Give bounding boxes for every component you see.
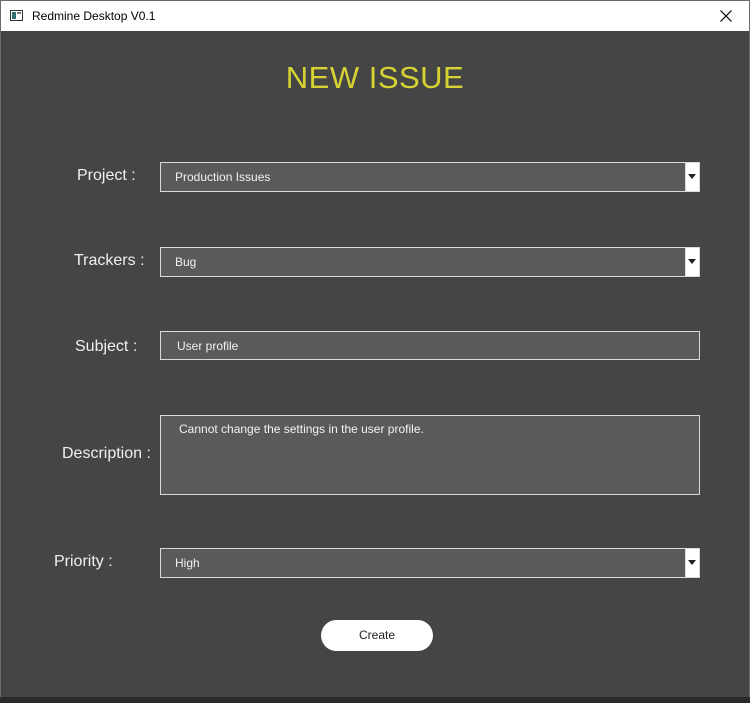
priority-dropdown-toggle[interactable]	[685, 549, 699, 577]
app-window: Redmine Desktop V0.1 NEW ISSUE Project :…	[0, 0, 750, 703]
close-button[interactable]	[703, 1, 749, 31]
triangle-down-icon	[688, 259, 696, 264]
description-value: Cannot change the settings in the user p…	[179, 422, 424, 436]
trackers-select[interactable]: Bug	[160, 247, 700, 277]
triangle-down-icon	[688, 560, 696, 565]
project-label: Project :	[77, 167, 136, 184]
page-title: NEW ISSUE	[285, 60, 465, 95]
new-issue-form: NEW ISSUE Project : Production Issues Tr…	[1, 32, 749, 697]
priority-label: Priority :	[54, 553, 113, 570]
triangle-down-icon	[688, 174, 696, 179]
description-textarea[interactable]: Cannot change the settings in the user p…	[160, 415, 700, 495]
trackers-value: Bug	[175, 255, 197, 269]
subject-label: Subject :	[75, 338, 138, 355]
window-title: Redmine Desktop V0.1	[32, 9, 156, 23]
project-select[interactable]: Production Issues	[160, 162, 700, 192]
priority-select[interactable]: High	[160, 548, 700, 578]
trackers-label: Trackers :	[74, 252, 145, 269]
trackers-dropdown-toggle[interactable]	[685, 248, 699, 276]
description-label: Description :	[62, 445, 151, 462]
project-value: Production Issues	[175, 170, 271, 184]
create-button[interactable]: Create	[321, 620, 433, 651]
priority-value: High	[175, 556, 200, 570]
subject-value: User profile	[177, 339, 239, 353]
close-icon	[720, 10, 732, 22]
app-window-icon	[10, 10, 23, 21]
subject-input[interactable]: User profile	[160, 331, 700, 360]
project-dropdown-toggle[interactable]	[685, 163, 699, 191]
window-bottom-edge	[0, 697, 750, 703]
title-bar: Redmine Desktop V0.1	[1, 1, 749, 31]
